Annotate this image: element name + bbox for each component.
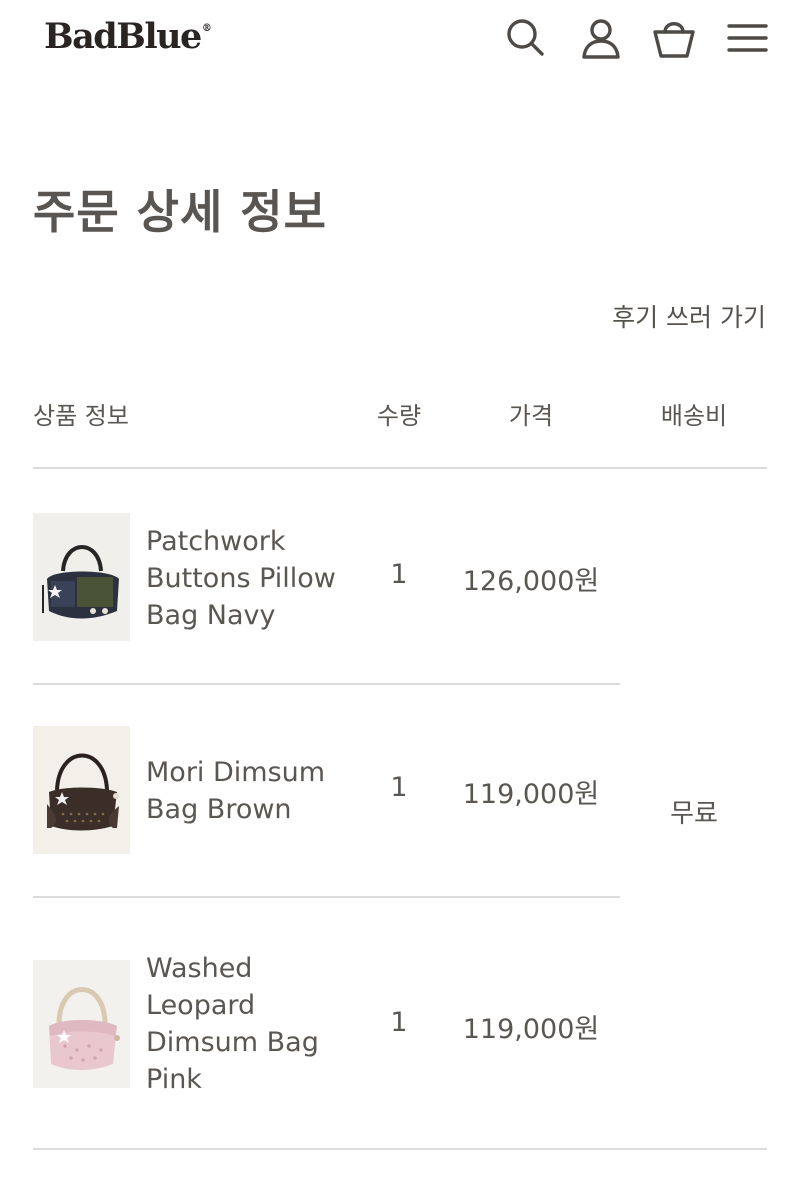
column-header-price: 가격 (508, 402, 554, 430)
header-divider (33, 467, 767, 469)
column-header-product: 상품 정보 (33, 402, 129, 430)
product-image[interactable] (33, 960, 130, 1088)
account-button[interactable] (573, 10, 629, 66)
row-divider (33, 683, 620, 685)
table-row: Patchwork Buttons Pillow Bag Navy 1 126,… (0, 513, 620, 643)
menu-icon (727, 24, 768, 52)
column-header-shipping: 배송비 (660, 402, 728, 430)
product-price: 119,000원 (462, 1014, 600, 1045)
product-image[interactable] (33, 726, 130, 854)
logo-text: BadBlue (44, 16, 202, 57)
product-quantity: 1 (390, 1007, 408, 1038)
pink-bag-image (33, 960, 130, 1088)
search-button[interactable] (498, 10, 554, 66)
shipping-fee: 무료 (670, 799, 718, 829)
product-name[interactable]: Washed Leopard Dimsum Bag Pink (146, 950, 356, 1098)
shopping-bag-icon (653, 22, 695, 58)
write-review-link[interactable]: 후기 쓰러 가기 (612, 298, 766, 334)
product-image[interactable] (33, 513, 130, 641)
product-name[interactable]: Patchwork Buttons Pillow Bag Navy (146, 523, 356, 634)
search-icon (507, 19, 544, 56)
menu-button[interactable] (719, 10, 775, 66)
product-name[interactable]: Mori Dimsum Bag Brown (146, 754, 356, 828)
registered-mark: ® (201, 23, 212, 35)
product-price: 119,000원 (462, 779, 600, 810)
product-price: 126,000원 (462, 566, 600, 597)
brown-bag-image (33, 726, 130, 854)
table-row: Mori Dimsum Bag Brown 1 119,000원 (0, 726, 620, 856)
navy-bag-image (33, 513, 130, 641)
user-icon (582, 19, 620, 59)
page-title: 주문 상세 정보 (33, 185, 327, 239)
cart-button[interactable] (646, 10, 702, 66)
site-header: BadBlue® (0, 0, 800, 80)
table-row: Washed Leopard Dimsum Bag Pink 1 119,000… (0, 953, 620, 1095)
logo[interactable]: BadBlue® (44, 16, 212, 57)
product-quantity: 1 (390, 772, 408, 803)
column-header-quantity: 수량 (376, 402, 422, 430)
product-quantity: 1 (390, 559, 408, 590)
table-bottom-divider (33, 1148, 767, 1150)
row-divider (33, 896, 620, 898)
